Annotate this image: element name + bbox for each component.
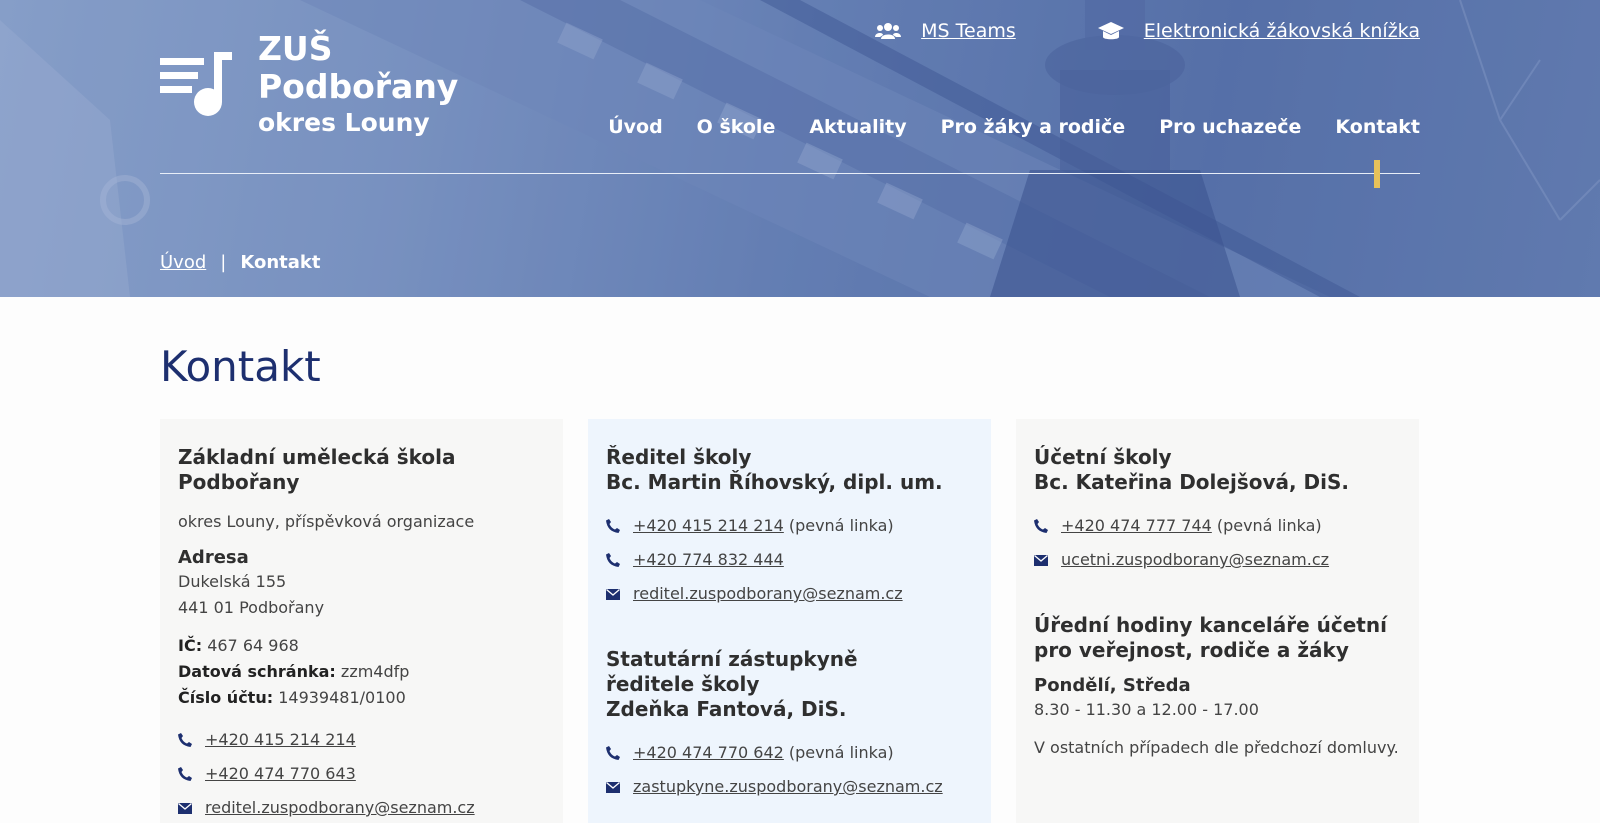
accountant-phone-link[interactable]: +420 474 777 744: [1061, 509, 1212, 543]
logo-text: ZUŠ Podbořany okres Louny: [258, 30, 458, 138]
school-email-link[interactable]: reditel.zuspodborany@seznam.cz: [205, 791, 475, 823]
accountant-name: Bc. Kateřina Dolejšová, DiS.: [1034, 470, 1350, 494]
ic-label: IČ:: [178, 636, 203, 655]
deputy-role-line1: Statutární zástupkyně: [606, 647, 858, 671]
accountant-card: Účetní školy Bc. Kateřina Dolejšová, DiS…: [1016, 419, 1419, 823]
deputy-phone-row: +420 474 770 642 (pevná linka): [606, 736, 973, 770]
envelope-icon: [606, 781, 620, 793]
school-name: Základní umělecká škola Podbořany: [178, 445, 456, 494]
address-line2: 441 01 Podbořany: [178, 598, 325, 617]
office-hours-times: 8.30 - 11.30 a 12.00 - 17.00: [1034, 700, 1259, 719]
director-phone2-row: +420 774 832 444: [606, 543, 973, 577]
site-logo[interactable]: ZUŠ Podbořany okres Louny: [160, 30, 458, 138]
accountant-heading: Účetní školy Bc. Kateřina Dolejšová, DiS…: [1034, 445, 1401, 495]
director-email-link[interactable]: reditel.zuspodborany@seznam.cz: [633, 577, 903, 611]
nav-divider: [160, 173, 1420, 174]
logo-line1: ZUŠ: [258, 29, 333, 68]
school-email-row: reditel.zuspodborany@seznam.cz: [178, 791, 545, 823]
top-links: MS Teams Elektronická žákovská knížka: [793, 20, 1420, 42]
director-phone2-link[interactable]: +420 774 832 444: [633, 543, 784, 577]
director-card: Ředitel školy Bc. Martin Říhovský, dipl.…: [588, 419, 991, 823]
breadcrumb-current: Kontakt: [240, 252, 321, 273]
accountant-email-row: ucetni.zuspodborany@seznam.cz: [1034, 543, 1401, 577]
logo-line2: Podbořany: [258, 67, 459, 106]
school-phone2-link[interactable]: +420 474 770 643: [205, 757, 356, 791]
deputy-role-line2: ředitele školy: [606, 672, 760, 696]
office-hours-days: Pondělí, Středa: [1034, 675, 1191, 696]
director-phone1-link[interactable]: +420 415 214 214: [633, 509, 784, 543]
phone-icon: [178, 733, 192, 747]
breadcrumb-separator: |: [220, 252, 227, 273]
director-heading: Ředitel školy Bc. Martin Říhovský, dipl.…: [606, 445, 973, 495]
school-info-card: Základní umělecká škola Podbořany okres …: [160, 419, 563, 823]
address-line1: Dukelská 155: [178, 572, 287, 591]
deputy-email-link[interactable]: zastupkyne.zuspodborany@seznam.cz: [633, 770, 943, 804]
school-phone2-row: +420 474 770 643: [178, 757, 545, 791]
student-book-label: Elektronická žákovská knížka: [1143, 20, 1420, 42]
phone-icon: [1034, 519, 1048, 533]
nav-uvod[interactable]: Úvod: [608, 116, 662, 138]
director-phone1-row: +420 415 214 214 (pevná linka): [606, 509, 973, 543]
accountant-email-link[interactable]: ucetni.zuspodborany@seznam.cz: [1061, 543, 1329, 577]
accountant-role: Účetní školy: [1034, 445, 1172, 469]
users-icon: [875, 22, 902, 40]
nav-kontakt[interactable]: Kontakt: [1335, 116, 1420, 138]
phone-icon: [606, 553, 620, 567]
main-nav: Úvod O škole Aktuality Pro žáky a rodiče…: [574, 116, 1420, 138]
director-name: Bc. Martin Říhovský, dipl. um.: [606, 470, 943, 494]
accountant-phone-note: (pevná linka): [1216, 516, 1322, 535]
nav-pro-zaky[interactable]: Pro žáky a rodiče: [941, 116, 1126, 138]
breadcrumb-home[interactable]: Úvod: [160, 252, 206, 273]
office-hours-heading: Úřední hodiny kanceláře účetní pro veřej…: [1034, 613, 1387, 662]
account-value: 14939481/0100: [278, 688, 406, 707]
address-label: Adresa: [178, 547, 249, 568]
director-email-row: reditel.zuspodborany@seznam.cz: [606, 577, 973, 611]
account-row: Číslo účtu: 14939481/0100: [178, 685, 545, 711]
envelope-icon: [1034, 554, 1048, 566]
deputy-phone-note: (pevná linka): [788, 743, 894, 762]
data-box-row: Datová schránka: zzm4dfp: [178, 659, 545, 685]
page-title: Kontakt: [160, 342, 321, 391]
school-subtitle: okres Louny, příspěvková organizace: [178, 512, 475, 531]
graduation-cap-icon: [1097, 20, 1124, 42]
accountant-phone-row: +420 474 777 744 (pevná linka): [1034, 509, 1401, 543]
ic-value: 467 64 968: [207, 636, 299, 655]
deputy-email-row: zastupkyne.zuspodborany@seznam.cz: [606, 770, 973, 804]
deputy-name: Zdeňka Fantová, DiS.: [606, 697, 847, 721]
phone-icon: [606, 519, 620, 533]
office-hours-note: V ostatních případech dle předchozí doml…: [1034, 738, 1399, 757]
phone-icon: [178, 767, 192, 781]
ms-teams-label: MS Teams: [921, 20, 1016, 42]
envelope-icon: [178, 802, 192, 814]
deputy-phone-link[interactable]: +420 474 770 642: [633, 736, 784, 770]
music-note-icon: [160, 52, 232, 116]
nav-o-skole[interactable]: O škole: [697, 116, 776, 138]
director-phone1-note: (pevná linka): [788, 516, 894, 535]
director-role: Ředitel školy: [606, 445, 752, 469]
breadcrumb: Úvod | Kontakt: [160, 252, 320, 273]
hero-header: ZUŠ Podbořany okres Louny MS Teams Elekt…: [0, 0, 1600, 297]
deputy-heading: Statutární zástupkyně ředitele školy Zde…: [606, 647, 973, 722]
ic-row: IČ: 467 64 968: [178, 633, 545, 659]
account-label: Číslo účtu:: [178, 688, 274, 707]
school-phone1-link[interactable]: +420 415 214 214: [205, 723, 356, 757]
nav-aktuality[interactable]: Aktuality: [809, 116, 906, 138]
student-book-link[interactable]: Elektronická žákovská knížka: [1097, 20, 1420, 42]
active-nav-indicator: [1374, 160, 1380, 188]
ms-teams-link[interactable]: MS Teams: [875, 20, 1016, 42]
nav-pro-uchazece[interactable]: Pro uchazeče: [1159, 116, 1301, 138]
data-box-value: zzm4dfp: [340, 662, 410, 681]
data-box-label: Datová schránka:: [178, 662, 336, 681]
envelope-icon: [606, 588, 620, 600]
logo-line3: okres Louny: [258, 108, 430, 137]
phone-icon: [606, 746, 620, 760]
school-phone1-row: +420 415 214 214: [178, 723, 545, 757]
